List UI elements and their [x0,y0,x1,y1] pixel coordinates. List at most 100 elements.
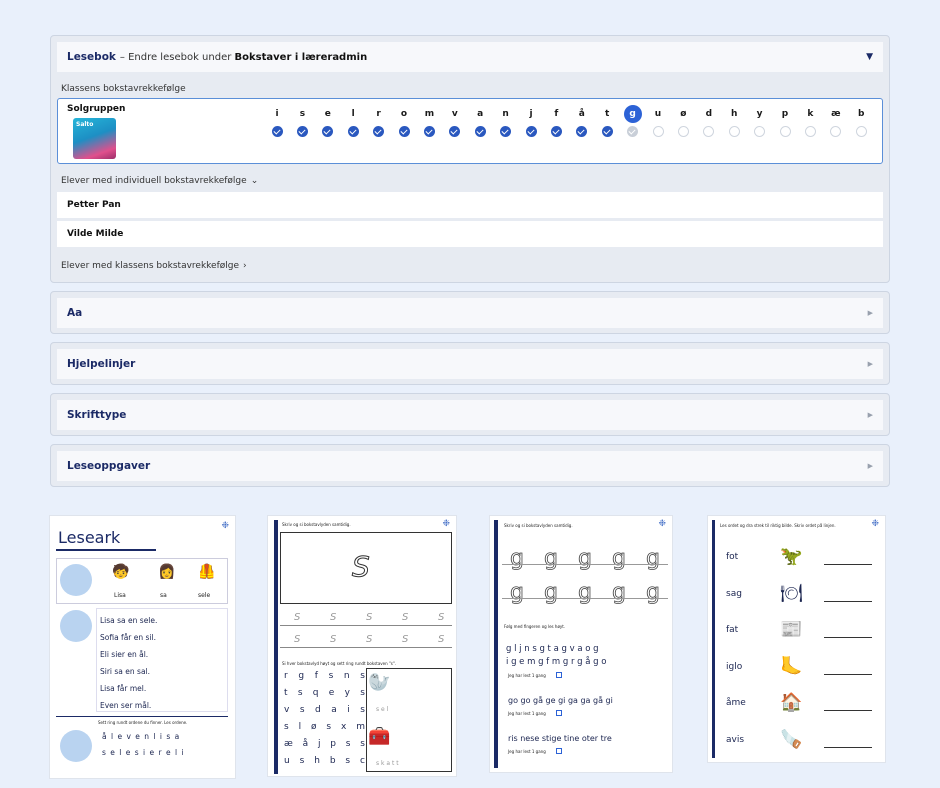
avatar-icon [60,730,92,762]
trace-letter: S [366,634,373,645]
letter-å[interactable]: å [573,105,591,123]
grid-letter: s [360,705,365,715]
progress-check-icon [703,126,715,137]
progress-check-icon [423,126,435,137]
chest-picture: 🧰 [368,726,391,747]
letter-f[interactable]: f [547,105,565,123]
word: sele [198,592,211,599]
worksheet-g[interactable]: ❉ Skriv og si bokstavlyden samtidig. ggg… [490,516,672,772]
grid-letter: n [343,671,350,681]
expand-caret-icon: ▶ [867,411,873,419]
progress-check-icon [627,126,639,137]
seal-picture: 🦭 [368,672,391,693]
progress-check-icon [347,126,359,137]
trace-letter: S [294,612,301,623]
letter-ø[interactable]: ø [674,105,692,123]
letter-i[interactable]: i [268,105,286,123]
word-line: go go gå ge gi ga ga gå gi [508,696,613,705]
student-row[interactable]: Vilde Milde [57,221,883,247]
match-picture: 🏠 [780,692,803,713]
group-name: Solgruppen [67,104,126,114]
letter-r[interactable]: r [370,105,388,123]
grid-letter: r [284,671,288,681]
collapse-caret-icon[interactable]: ▼ [866,52,873,62]
letter-h[interactable]: h [725,105,743,123]
avatar-icon [60,564,92,596]
letter-u[interactable]: u [649,105,667,123]
worksheet-s[interactable]: ❉ Skriv og si bokstavlyden samtidig. S S… [268,516,456,776]
word: sa [160,592,167,599]
sentence-list: Lisa sa en sele. Sofia får en sil. Eli sie… [100,612,157,714]
answer-line[interactable] [824,710,872,711]
writing-line [280,625,452,626]
letter-v[interactable]: v [446,105,464,123]
grid-letter: l [298,722,302,732]
trace-letter: S [402,634,409,645]
progress-check-icon [779,126,791,137]
checkbox[interactable] [556,672,562,678]
letter-o[interactable]: o [395,105,413,123]
worksheet-leseark[interactable]: ❉ Leseark 🧒 👩 🦺 Lisa sa sele Lisa sa en … [50,516,235,778]
sheet-stripe [494,520,498,768]
answer-line[interactable] [824,600,872,602]
grid-row: rgfsns [282,668,367,685]
letter-d[interactable]: d [700,105,718,123]
letter-j[interactable]: j [522,105,540,123]
letter-l[interactable]: l [344,105,362,123]
answer-line[interactable] [824,746,872,748]
letter-k[interactable]: k [801,105,819,123]
letter-p[interactable]: p [776,105,794,123]
sentence: Lisa sa en sele. [100,616,158,625]
letter-t[interactable]: t [598,105,616,123]
checkbox[interactable] [556,710,562,716]
leseoppgaver-header[interactable]: Leseoppgaver ▶ [57,451,883,481]
trace-letter: g [544,580,559,606]
logo-icon: ❉ [442,519,450,529]
letter-æ[interactable]: æ [827,105,845,123]
letter-s[interactable]: s [293,105,311,123]
letter-grid: rgfsnstsqeysvsdaissløsxmæåjpssushbsc [282,668,367,772]
expand-caret-icon: ▶ [867,462,873,470]
word-picture: 🧒 [112,564,130,580]
answer-line[interactable] [824,637,872,638]
letter-n[interactable]: n [497,105,515,123]
word-picture: 🦺 [198,564,216,580]
grid-letter: c [360,756,365,766]
aa-header[interactable]: Aa ▶ [57,298,883,328]
sheet-title: Leseark [58,528,121,547]
skrifttype-header[interactable]: Skrifttype ▶ [57,400,883,430]
subtitle-link[interactable]: Bokstaver i læreradmin [235,52,368,63]
grid-letter: s [284,722,289,732]
class-order-toggle[interactable]: Elever med klassens bokstavrekkefølge › [51,247,889,277]
trace-letter: g [510,580,525,606]
worksheet-words[interactable]: ❉ Les ordet og dra strek til riktig bild… [708,516,885,762]
read-counter: Jeg har lest 1 gang [508,711,546,716]
grid-letter: y [344,688,350,698]
letter-y[interactable]: y [751,105,769,123]
lesebok-header[interactable]: Lesebok – Endre lesebok under Bokstaver … [57,42,883,72]
progress-check-icon [677,126,689,137]
logo-icon: ❉ [871,519,879,529]
checkbox[interactable] [556,748,562,754]
grid-letter: æ [284,739,293,749]
progress-check-icon [322,126,334,137]
grid-letter: h [314,756,320,766]
letter-e[interactable]: e [319,105,337,123]
letter-g[interactable]: g [623,105,642,123]
trace-letter: g [544,546,559,572]
letter-b[interactable]: b [852,105,870,123]
hjelpelinjer-header[interactable]: Hjelpelinjer ▶ [57,349,883,379]
progress-check-icon [855,126,867,137]
answer-line[interactable] [824,564,872,565]
writing-line [502,564,668,565]
individual-toggle[interactable]: Elever med individuell bokstavrekkefølge… [51,164,889,190]
answer-line[interactable] [824,673,872,675]
letter-a[interactable]: a [471,105,489,123]
sentence: Eli sier en ål. [100,650,149,659]
panel-title: Hjelpelinjer [67,358,136,370]
progress-check-icon [525,126,537,137]
student-row[interactable]: Petter Pan [57,192,883,218]
letter-m[interactable]: m [420,105,438,123]
read-counter: Jeg har lest 1 gang [508,673,546,678]
class-row[interactable]: Solgruppen Salto iselromvanjfåtguødhypkæ… [57,98,883,164]
